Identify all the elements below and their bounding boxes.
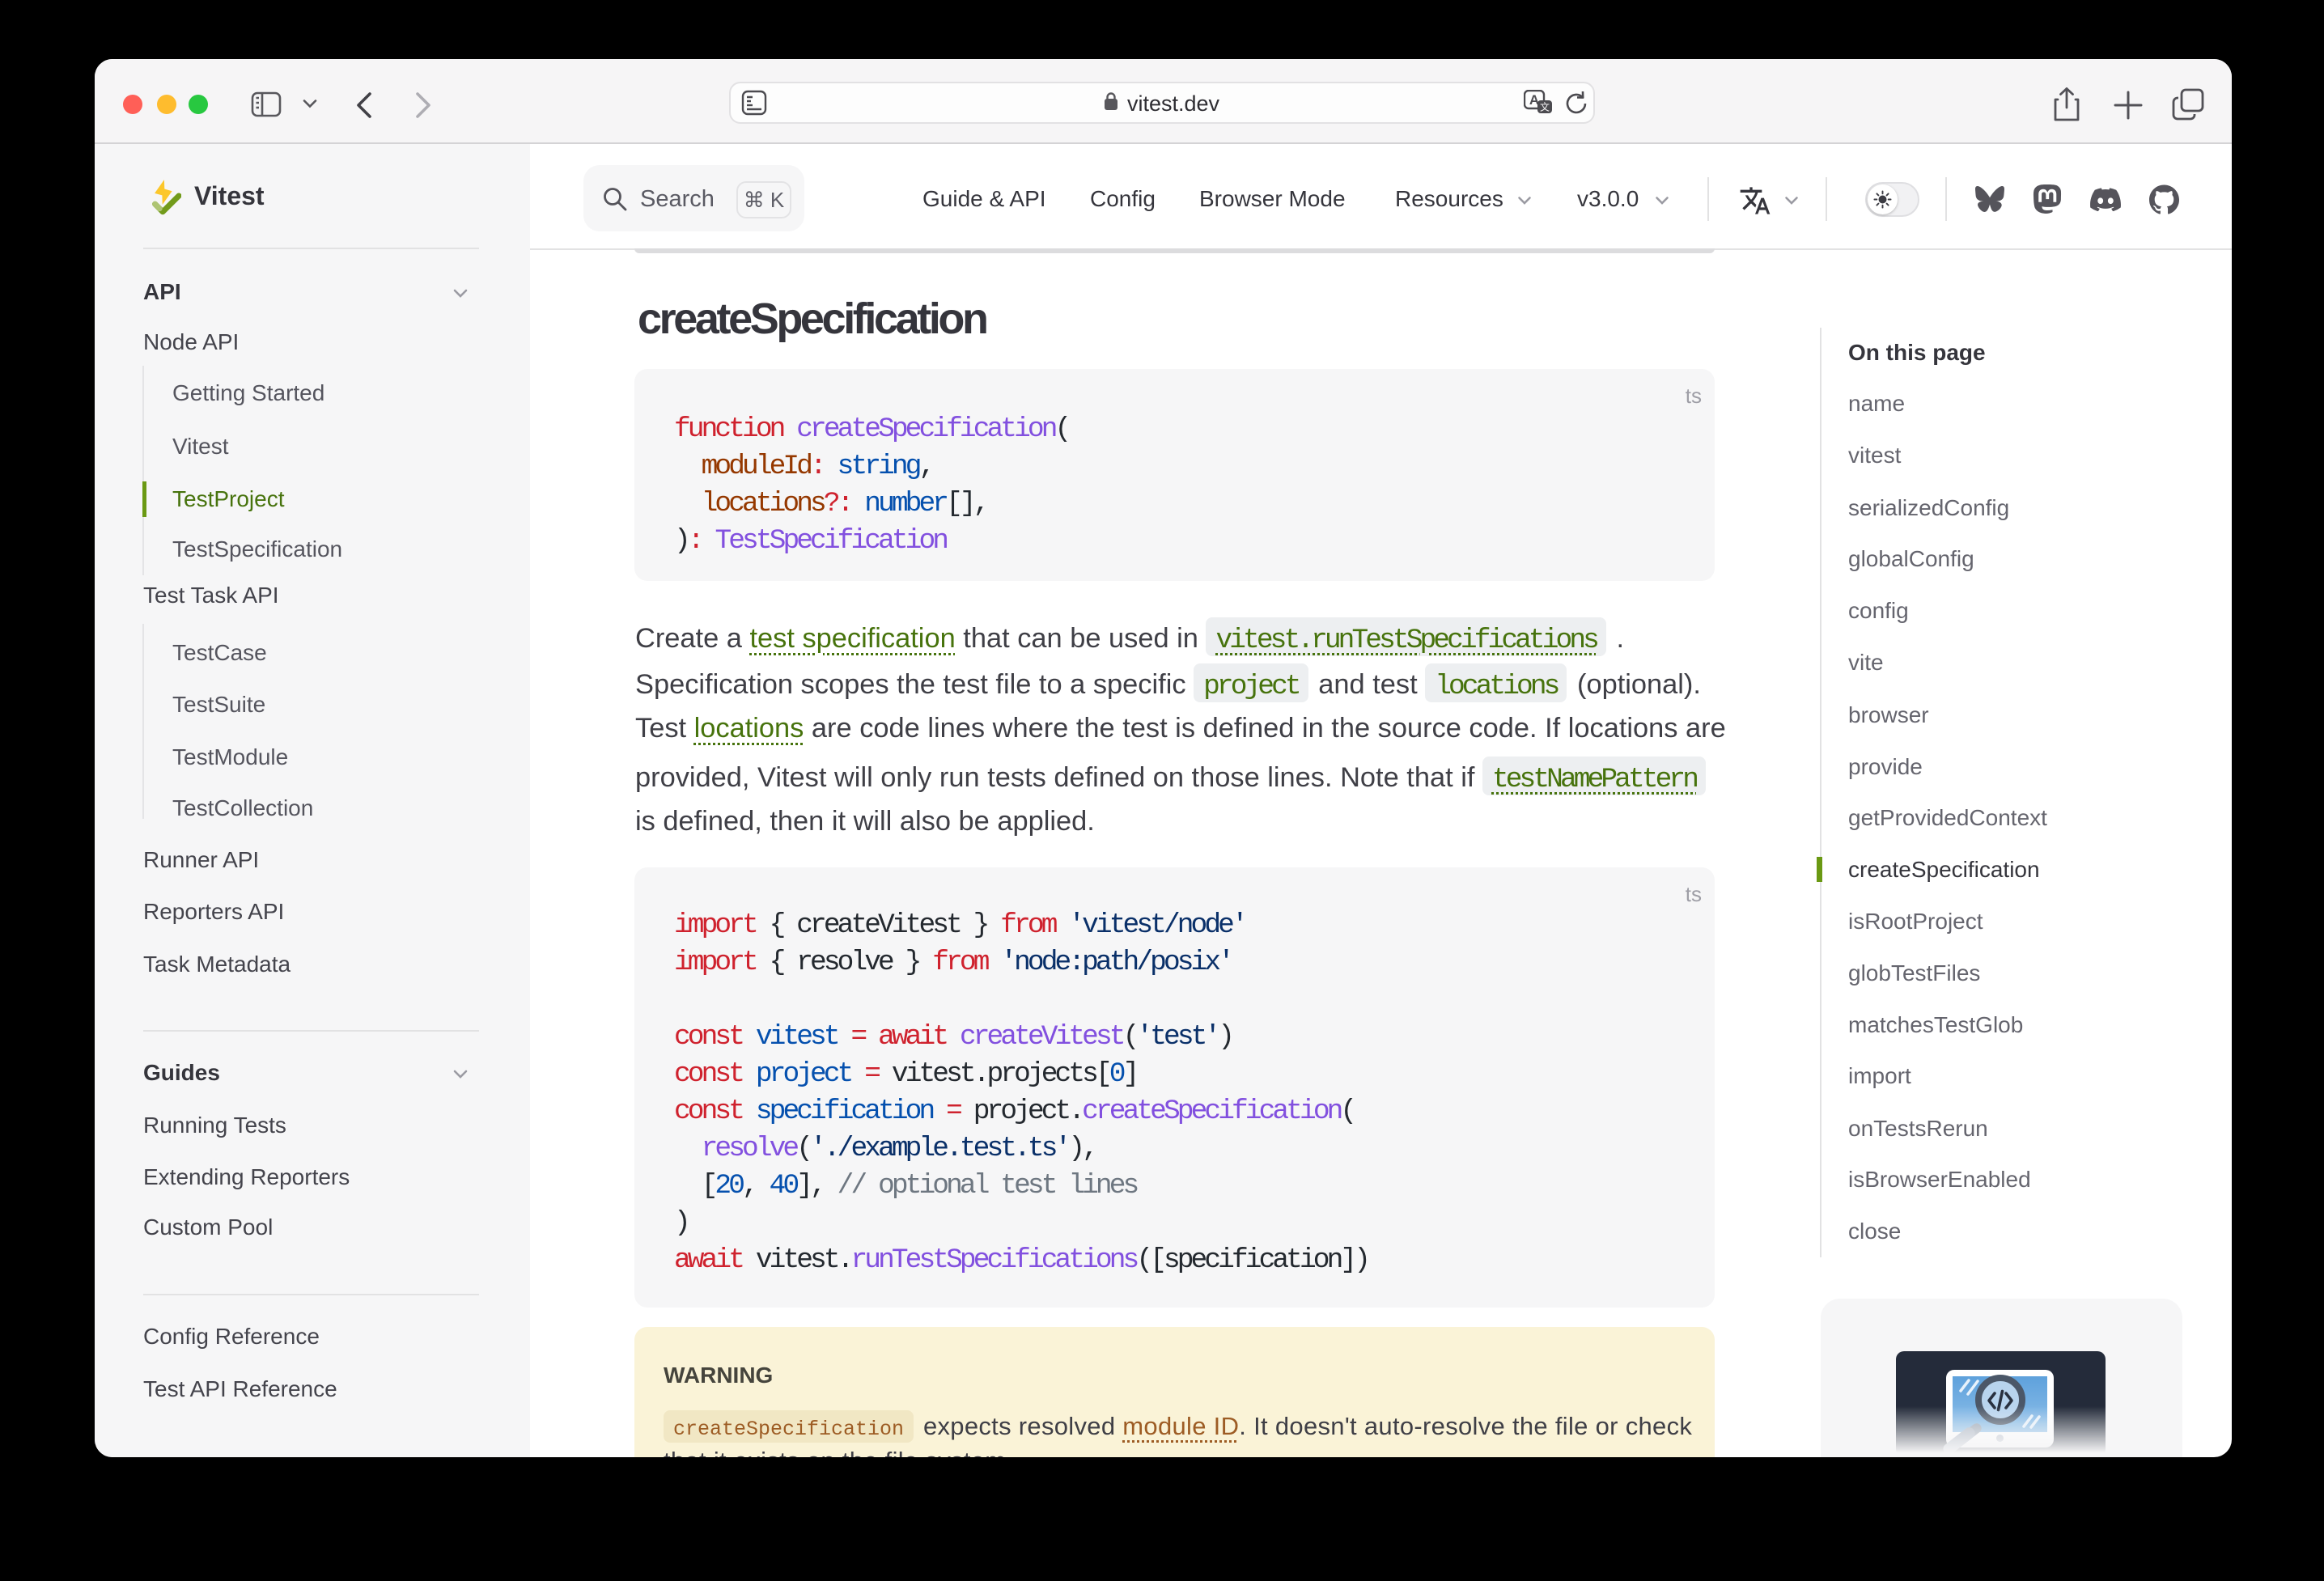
svg-text:文: 文	[1540, 101, 1550, 113]
